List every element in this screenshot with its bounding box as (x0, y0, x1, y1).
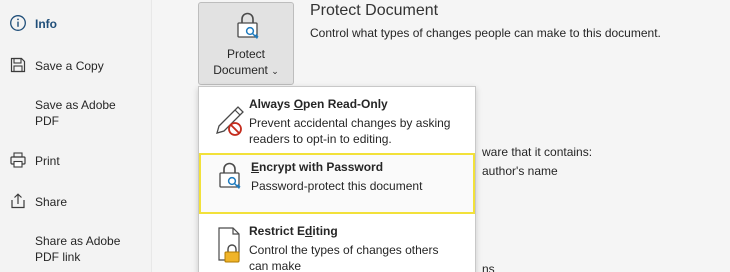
menu-item-encrypt-with-password[interactable]: Encrypt with Password Password-protect t… (199, 153, 475, 214)
nav-item-label: Share (35, 195, 68, 209)
nav-item-label: Save as Adobe PDF (35, 98, 116, 128)
menu-title-post: ncrypt with Password (259, 160, 384, 174)
document-lock-icon (213, 224, 247, 264)
menu-title-post: pen Read-Only (303, 97, 388, 111)
nav-item-share-as-adobe-pdf-link[interactable]: Share as Adobe PDF link (0, 233, 152, 267)
section-description: Control what types of changes people can… (310, 26, 661, 40)
menu-item-description: Prevent accidental changes by asking rea… (249, 116, 451, 146)
lock-key-icon (215, 158, 249, 198)
nav-item-save-a-copy[interactable]: Save a Copy (0, 56, 152, 78)
nav-item-save-as-adobe-pdf[interactable]: Save as Adobe PDF (0, 97, 152, 131)
menu-item-restrict-editing[interactable]: Restrict Editing Control the types of ch… (199, 220, 475, 272)
nav-item-print[interactable]: Print (0, 151, 152, 173)
info-icon (9, 14, 27, 32)
nav-item-label: Save a Copy (35, 59, 104, 73)
menu-title-accel: E (251, 160, 260, 174)
nav-item-label: Share as Adobe PDF link (35, 234, 121, 264)
protect-button-label: Protect (226, 47, 265, 61)
nav-item-info[interactable]: Info (0, 14, 152, 36)
save-icon (9, 56, 27, 74)
chevron-down-icon: ⌄ (271, 66, 279, 76)
menu-item-description: Password-protect this document (251, 179, 423, 193)
inspect-text: ware that it contains: (482, 145, 593, 159)
share-icon (9, 192, 27, 210)
menu-title-post: iting (312, 224, 338, 238)
menu-item-description: Control the types of changes others can … (249, 243, 439, 272)
author-text: author's name (482, 164, 558, 178)
protect-document-button[interactable]: Protect Document ⌄ (198, 2, 294, 85)
protect-button-label-2: Document (213, 63, 268, 77)
nav-item-label: Info (35, 17, 57, 31)
menu-title-accel: O (293, 97, 304, 111)
bottom-text: ns (482, 262, 495, 272)
menu-item-always-open-read-only[interactable]: Always Open Read-Only Prevent accidental… (199, 93, 475, 149)
nav-item-share[interactable]: Share (0, 192, 152, 214)
pencil-prohibited-icon (213, 99, 247, 139)
menu-title-pre: Restrict E (249, 224, 306, 238)
lock-key-icon (235, 11, 261, 41)
section-title: Protect Document (310, 2, 439, 19)
backstage-nav: Info Save a Copy Save as Adobe PDF Print… (0, 0, 152, 272)
menu-title-pre: Always (249, 97, 294, 111)
protect-document-menu: Always Open Read-Only Prevent accidental… (198, 86, 476, 272)
nav-item-label: Print (35, 154, 60, 168)
print-icon (9, 151, 27, 169)
